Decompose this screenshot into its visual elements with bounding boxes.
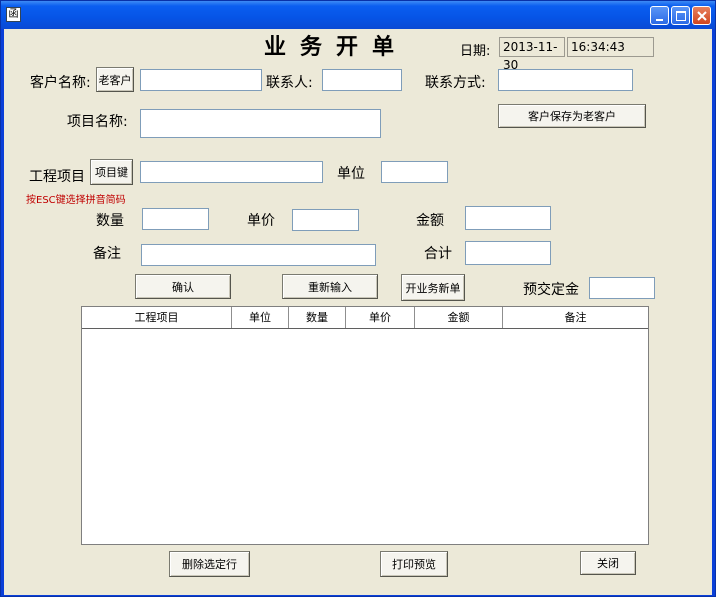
contact-person-label: 联系人: xyxy=(266,75,313,91)
unit-price-label: 单价 xyxy=(247,213,275,229)
total-input[interactable] xyxy=(465,241,551,265)
new-order-button[interactable]: 开业务新单 xyxy=(401,274,465,301)
maximize-button[interactable] xyxy=(671,6,690,25)
date-label: 日期: xyxy=(460,44,491,59)
remark-input[interactable] xyxy=(141,244,376,266)
column-header-unit[interactable]: 单位 xyxy=(232,307,289,328)
minimize-button[interactable] xyxy=(650,6,669,25)
print-preview-button[interactable]: 打印预览 xyxy=(380,551,448,577)
time-field: 16:34:43 xyxy=(567,37,654,57)
amount-input[interactable] xyxy=(465,206,551,230)
maximize-icon xyxy=(676,11,686,21)
unit-price-input[interactable] xyxy=(292,209,359,231)
total-label: 合计 xyxy=(424,246,452,262)
deposit-label: 预交定金 xyxy=(523,282,579,298)
contact-method-input[interactable] xyxy=(498,69,633,91)
form-title: 业务开单 xyxy=(264,34,409,60)
quantity-input[interactable] xyxy=(142,208,209,230)
reenter-button[interactable]: 重新输入 xyxy=(282,274,378,299)
work-item-input[interactable] xyxy=(140,161,323,183)
item-key-button[interactable]: 项目键 xyxy=(90,159,133,185)
title-bar[interactable]: 函 xyxy=(1,1,715,29)
order-items-table[interactable]: 工程项目 单位 数量 单价 金额 备注 xyxy=(81,306,649,545)
project-name-label: 项目名称: xyxy=(67,114,128,130)
old-customer-button[interactable]: 老客户 xyxy=(96,67,134,92)
customer-name-input[interactable] xyxy=(140,69,262,91)
app-icon[interactable]: 函 xyxy=(6,7,21,22)
column-header-amount[interactable]: 金额 xyxy=(415,307,503,328)
project-name-input[interactable] xyxy=(140,109,381,138)
amount-label: 金额 xyxy=(416,213,444,229)
delete-selected-row-button[interactable]: 删除选定行 xyxy=(169,551,250,577)
confirm-button[interactable]: 确认 xyxy=(135,274,231,299)
column-header-remark[interactable]: 备注 xyxy=(503,307,648,328)
unit-label: 单位 xyxy=(337,166,365,182)
minimize-icon xyxy=(656,19,663,21)
column-header-quantity[interactable]: 数量 xyxy=(289,307,346,328)
unit-input[interactable] xyxy=(381,161,448,183)
customer-name-label: 客户名称: xyxy=(30,75,91,91)
work-item-label: 工程项目 xyxy=(29,169,85,185)
column-header-unit-price[interactable]: 单价 xyxy=(346,307,415,328)
remark-label: 备注 xyxy=(93,246,121,262)
save-as-old-customer-button[interactable]: 客户保存为老客户 xyxy=(498,104,646,128)
deposit-input[interactable] xyxy=(589,277,655,299)
close-button[interactable]: 关闭 xyxy=(580,551,636,575)
close-window-button[interactable] xyxy=(692,6,711,25)
date-field: 2013-11-30 xyxy=(499,37,565,72)
esc-pinyin-hint: 按ESC键选择拼音简码 xyxy=(26,195,126,206)
form-client-area: 业务开单 日期: 2013-11-30 16:34:43 客户名称: 老客户 联… xyxy=(4,29,712,595)
close-icon xyxy=(697,11,707,21)
contact-method-label: 联系方式: xyxy=(425,75,486,91)
contact-person-input[interactable] xyxy=(322,69,402,91)
app-window: 函 业务开单 日期: 2013-11-30 16:34:43 客户名称: 老客户… xyxy=(0,0,716,597)
quantity-label: 数量 xyxy=(96,213,124,229)
column-header-work-item[interactable]: 工程项目 xyxy=(82,307,232,328)
table-header: 工程项目 单位 数量 单价 金额 备注 xyxy=(82,307,648,329)
